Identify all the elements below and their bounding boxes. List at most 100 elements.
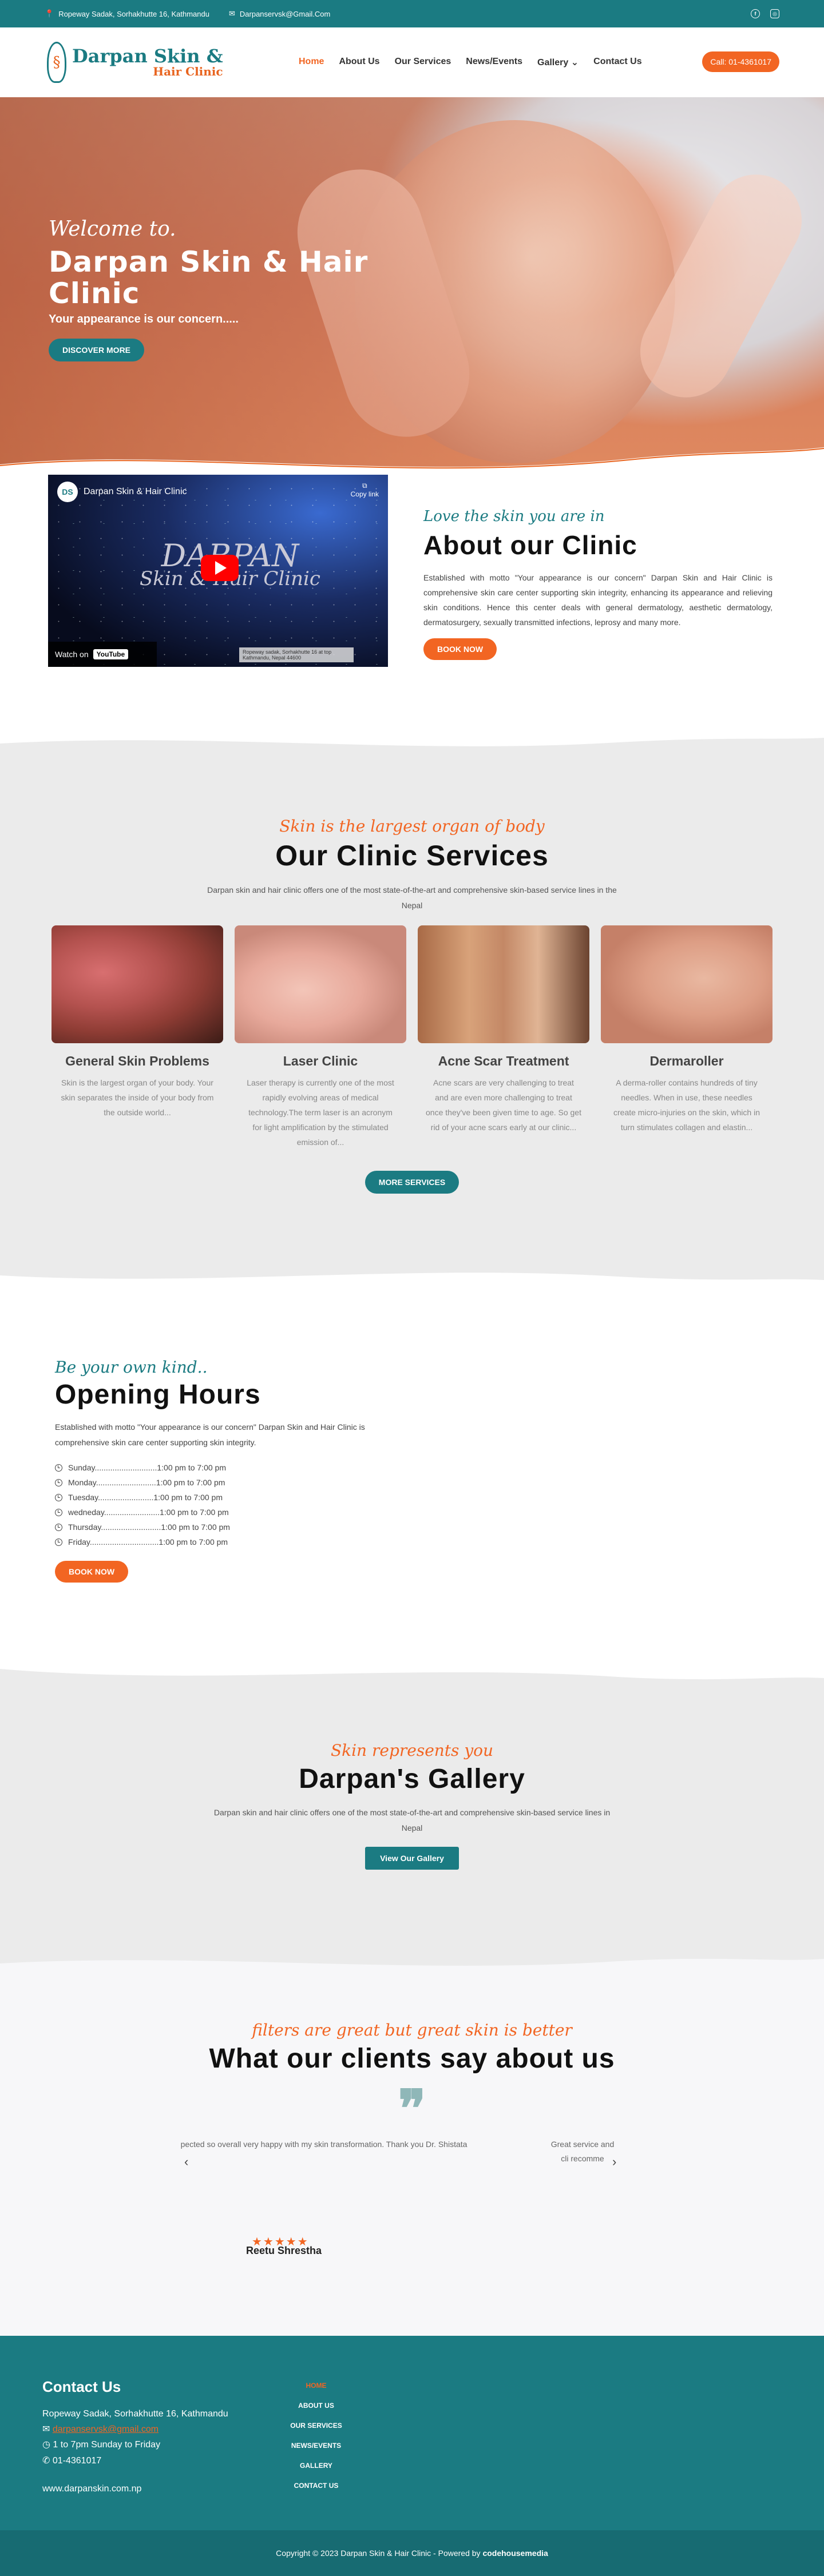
logo[interactable]: § Darpan Skin & Hair Clinic	[47, 42, 236, 83]
hours-item: Tuesday.........................1:00 pm …	[55, 1490, 467, 1505]
gallery-wave-bottom	[0, 1952, 824, 1975]
phone-icon: ✆	[42, 2455, 53, 2466]
hours-title: Opening Hours	[55, 1380, 261, 1410]
service-image[interactable]	[52, 925, 223, 1044]
services-subtitle: Skin is the largest organ of body	[279, 817, 545, 836]
hours-item-text: Monday...........................1:00 pm…	[68, 1478, 225, 1488]
clock-icon	[55, 1464, 62, 1472]
footer-link-news[interactable]: NEWS/EVENTS	[275, 2436, 358, 2456]
service-card-acne-scar[interactable]: Acne Scar Treatment Acne scars are very …	[418, 925, 589, 1150]
testimonial-text: pected so overall very happy with my ski…	[180, 2140, 468, 2149]
service-title[interactable]: General Skin Problems	[52, 1054, 223, 1069]
slider-next-arrow[interactable]: ›	[612, 2154, 616, 2169]
services-intro: Darpan skin and hair clinic offers one o…	[207, 885, 617, 910]
channel-avatar[interactable]: DS	[57, 482, 78, 502]
service-text: Acne scars are very challenging to treat…	[426, 1078, 581, 1132]
service-title[interactable]: Acne Scar Treatment	[418, 1054, 589, 1069]
slider-prev-arrow[interactable]: ‹	[184, 2154, 188, 2169]
play-icon[interactable]	[201, 555, 239, 581]
hours-item-text: Tuesday.........................1:00 pm …	[68, 1493, 223, 1502]
video-player[interactable]: DS Darpan Skin & Hair Clinic ⧉ Copy link …	[48, 475, 388, 667]
hours-book-now-button[interactable]: BOOK NOW	[55, 1561, 129, 1583]
testimonials-section: filters are great but great skin is bett…	[0, 1975, 824, 2336]
view-gallery-button[interactable]: View Our Gallery	[365, 1847, 459, 1870]
watch-on-youtube[interactable]: Watch on YouTube	[48, 642, 157, 667]
services-section: Skin is the largest organ of body Our Cl…	[0, 755, 824, 1264]
service-text: Skin is the largest organ of your body. …	[61, 1078, 214, 1117]
hours-item-text: Thursday...........................1:00 …	[68, 1522, 230, 1532]
footer-phone[interactable]: 01-4361017	[53, 2456, 101, 2466]
services-wave-bottom	[0, 1264, 824, 1287]
footer-link-home[interactable]: HOME	[275, 2376, 358, 2396]
main-nav: Home About Us Our Services News/Events G…	[299, 57, 642, 68]
footer-email-link[interactable]: darpanservsk@gmail.com	[53, 2424, 159, 2434]
gallery-intro: Darpan skin and hair clinic offers one o…	[213, 1808, 611, 1832]
service-text: A derma-roller contains hundreds of tiny…	[613, 1078, 760, 1132]
topbar-address: 📍 Ropeway Sadak, Sorhakhutte 16, Kathman…	[45, 9, 209, 18]
services-title: Our Clinic Services	[275, 840, 549, 872]
footer-website[interactable]: www.darpanskin.com.np	[42, 2481, 248, 2497]
gallery-section: Skin represents you Darpan's Gallery Dar…	[0, 1686, 824, 1952]
service-image[interactable]	[601, 925, 772, 1044]
testimonials-subtitle: filters are great but great skin is bett…	[252, 2021, 572, 2040]
nav-home[interactable]: Home	[299, 57, 324, 68]
topbar-email[interactable]: ✉ Darpanservsk@Gmail.Com	[229, 9, 330, 18]
about-subtitle: Love the skin you are in	[423, 508, 605, 525]
service-image[interactable]	[418, 925, 589, 1044]
more-services-button[interactable]: MORE SERVICES	[365, 1170, 459, 1194]
nav-contact[interactable]: Contact Us	[593, 57, 641, 68]
nav-news[interactable]: News/Events	[466, 57, 522, 68]
service-image[interactable]	[235, 925, 406, 1044]
service-title[interactable]: Dermaroller	[601, 1054, 772, 1069]
hours-item: wedneday.........................1:00 pm…	[55, 1505, 467, 1520]
video-channel-title[interactable]: Darpan Skin & Hair Clinic	[84, 487, 187, 497]
footer-contact-title: Contact Us	[42, 2378, 121, 2395]
footer-address: Ropeway Sadak, Sorhakhutte 16, Kathmandu	[42, 2409, 228, 2419]
service-card-dermaroller[interactable]: Dermaroller A derma-roller contains hund…	[601, 925, 772, 1150]
nav-services[interactable]: Our Services	[395, 57, 451, 68]
mail-icon: ✉	[228, 9, 235, 18]
mail-icon: ✉	[42, 2424, 53, 2435]
clock-icon	[55, 1493, 62, 1501]
about-book-now-button[interactable]: BOOK NOW	[423, 638, 497, 660]
watch-on-label: Watch on	[55, 650, 89, 659]
location-pin-icon: 📍	[45, 9, 54, 18]
hours-item-text: Friday...............................1:0…	[68, 1537, 228, 1547]
nav-gallery-label: Gallery	[537, 58, 569, 67]
topbar-email-text[interactable]: Darpanservsk@Gmail.Com	[240, 10, 330, 18]
about-text: Established with motto "Your appearance …	[423, 573, 772, 627]
hours-subtitle: Be your own kind..	[55, 1358, 208, 1377]
service-card-laser[interactable]: Laser Clinic Laser therapy is currently …	[235, 925, 406, 1150]
testimonial-slider: ‹ pected so overall very happy with my s…	[0, 2137, 824, 2256]
logo-mark-icon: §	[47, 42, 66, 83]
footer-link-about[interactable]: ABOUT US	[275, 2396, 358, 2416]
service-title[interactable]: Laser Clinic	[235, 1054, 406, 1069]
testimonials-title: What our clients say about us	[209, 2044, 615, 2074]
nav-about[interactable]: About Us	[339, 57, 379, 68]
service-card-general-skin[interactable]: General Skin Problems Skin is the larges…	[52, 925, 223, 1150]
copy-link-label: Copy link	[350, 490, 379, 498]
footer-link-services[interactable]: OUR SERVICES	[275, 2416, 358, 2436]
services-wave-top	[0, 732, 824, 755]
hours-item-text: wedneday.........................1:00 pm…	[68, 1508, 229, 1517]
clock-icon	[55, 1478, 62, 1486]
facebook-icon[interactable]: f	[751, 9, 760, 18]
site-footer: Contact Us Ropeway Sadak, Sorhakhutte 16…	[0, 2336, 824, 2576]
nav-gallery[interactable]: Gallery ⌄	[537, 57, 579, 68]
hours-item: Monday...........................1:00 pm…	[55, 1475, 467, 1490]
hours-item-text: Sunday............................1:00 p…	[68, 1463, 226, 1473]
hours-text: Established with motto "Your appearance …	[55, 1422, 365, 1447]
call-button[interactable]: Call: 01-4361017	[702, 51, 779, 72]
copyright-text: Copyright © 2023 Darpan Skin & Hair Clin…	[276, 2549, 481, 2558]
video-location-caption: Ropeway sadak, Sorhakhutte 16 at top Kat…	[239, 647, 354, 662]
powered-by-link[interactable]: codehousemedia	[482, 2549, 548, 2558]
opening-hours-section: Be your own kind.. Opening Hours Establi…	[0, 1287, 824, 1663]
copy-link-button[interactable]: ⧉ Copy link	[351, 482, 379, 498]
gallery-title: Darpan's Gallery	[299, 1764, 525, 1794]
clock-icon: ◷	[42, 2440, 53, 2450]
instagram-icon[interactable]: ◎	[770, 9, 779, 18]
discover-more-button[interactable]: DISCOVER MORE	[49, 339, 145, 361]
hero-banner: Welcome to. Darpan Skin & Hair Clinic Yo…	[0, 97, 824, 475]
hero-tagline: Your appearance is our concern.....	[49, 313, 239, 325]
footer-link-gallery[interactable]: GALLERY	[275, 2456, 358, 2476]
